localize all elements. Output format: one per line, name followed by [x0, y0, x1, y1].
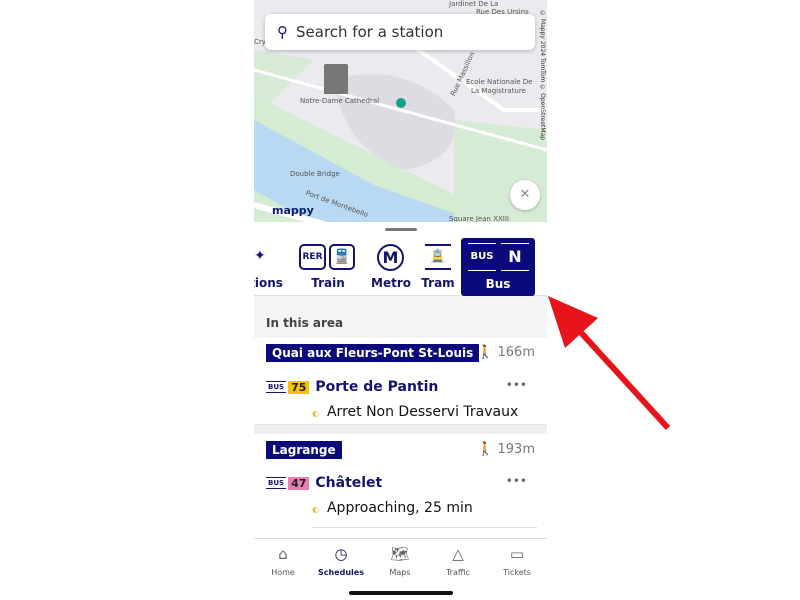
walking-icon: 🚶 [477, 345, 494, 360]
map-orientation-button[interactable]: ✕ [510, 180, 540, 210]
walk-distance: 🚶 193m [477, 442, 535, 457]
status-text: Approaching, 25 min [326, 500, 473, 516]
metro-icon: M [377, 244, 404, 271]
line-row[interactable]: BUS 75 Porte de Pantin [266, 379, 438, 395]
section-title: In this area [266, 316, 344, 330]
home-icon: ⌂ [278, 545, 288, 563]
bottom-sheet: ✦ tions RER 🚆 Train M Metro 🚊 Tram BUS N… [254, 222, 547, 538]
tab-bus[interactable]: BUS N Bus [461, 238, 535, 296]
map-label: Ecole Nationale De [466, 78, 533, 86]
bus-mode-icon: BUS [266, 381, 287, 393]
distance-value: 193m [497, 442, 535, 457]
map-label: Jardinet De La [449, 0, 499, 8]
line-number-badge: 47 [288, 476, 310, 490]
arrow-shaft [572, 323, 671, 431]
map-label: Double Bridge [290, 170, 340, 178]
nav-label: Tickets [503, 568, 531, 577]
status-row: ◐ Approaching, 25 min [312, 500, 473, 516]
divider [254, 424, 547, 434]
bottom-nav: ⌂ Home ◷ Schedules 🗺 Maps △ Traffic ▭ Tickets [254, 538, 547, 600]
realtime-icon: ◐ [312, 409, 319, 418]
nav-schedules[interactable]: ◷ Schedules [312, 545, 370, 577]
arrow-head [548, 296, 598, 348]
rer-icon: RER [299, 244, 326, 270]
phone-screen: Jardinet De La Rue Des Ursins Cryp Notre… [254, 0, 547, 600]
search-icon: ⚲ [277, 23, 288, 41]
line-row[interactable]: BUS 47 Châtelet [266, 475, 382, 491]
nav-home[interactable]: ⌂ Home [254, 545, 312, 577]
bus-mode-icon: BUS [266, 477, 287, 489]
nav-label: Maps [389, 568, 411, 577]
star-icon: ✦ [254, 248, 266, 264]
tram-icon: 🚊 [425, 244, 451, 270]
nav-label: Schedules [318, 568, 364, 577]
distance-value: 166m [497, 345, 535, 360]
section-header: In this area [254, 296, 547, 338]
stop-name: Lagrange [266, 441, 342, 459]
divider [312, 527, 537, 528]
mappy-logo: mappy [272, 204, 314, 217]
tab-label: Bus [485, 277, 511, 291]
sheet-drag-handle[interactable] [385, 228, 417, 231]
station-search-input[interactable]: ⚲ Search for a station [265, 14, 535, 50]
cathedral-icon [324, 64, 348, 94]
tab-label: Train [311, 276, 345, 290]
realtime-icon: ◐ [312, 505, 319, 514]
walk-distance: 🚶 166m [477, 345, 535, 360]
traffic-cone-icon: △ [452, 545, 464, 563]
map-attribution: © Mappy 2024 TomTom © OpenStreetMap [539, 10, 546, 141]
home-indicator[interactable] [349, 591, 453, 595]
map[interactable]: Jardinet De La Rue Des Ursins Cryp Notre… [254, 0, 547, 224]
walking-icon: 🚶 [477, 442, 494, 457]
clock-icon: ◷ [334, 545, 348, 563]
bus-icon: BUS [468, 243, 496, 271]
noctilien-icon: N [501, 243, 529, 271]
destination: Porte de Pantin [315, 379, 439, 395]
stop-name: Quai aux Fleurs-Pont St-Louis [266, 344, 480, 362]
status-text: Arret Non Desservi Travaux [326, 404, 519, 420]
nav-maps[interactable]: 🗺 Maps [371, 545, 429, 577]
line-number-badge: 75 [288, 380, 310, 394]
nav-label: Home [271, 568, 295, 577]
tab-label: Metro [371, 276, 411, 290]
tab-label: Tram [421, 276, 455, 290]
map-label: Notre-Dame Cathedral [300, 97, 380, 105]
map-label: La Magistrature [471, 87, 526, 95]
ticket-icon: ▭ [509, 545, 525, 563]
nav-traffic[interactable]: △ Traffic [429, 545, 487, 577]
more-options-button[interactable]: ••• [506, 378, 527, 392]
tab-label: tions [254, 276, 283, 290]
transit-mode-tabs: ✦ tions RER 🚆 Train M Metro 🚊 Tram BUS N… [254, 238, 547, 296]
current-location-dot [396, 98, 406, 108]
more-options-button[interactable]: ••• [506, 474, 527, 488]
nav-tickets[interactable]: ▭ Tickets [488, 545, 546, 577]
search-placeholder: Search for a station [296, 23, 444, 41]
nav-label: Traffic [445, 568, 471, 577]
train-icon: 🚆 [329, 244, 355, 270]
destination: Châtelet [315, 475, 383, 491]
map-icon: 🗺 [390, 545, 410, 563]
status-row: ◐ Arret Non Desservi Travaux [312, 404, 518, 420]
